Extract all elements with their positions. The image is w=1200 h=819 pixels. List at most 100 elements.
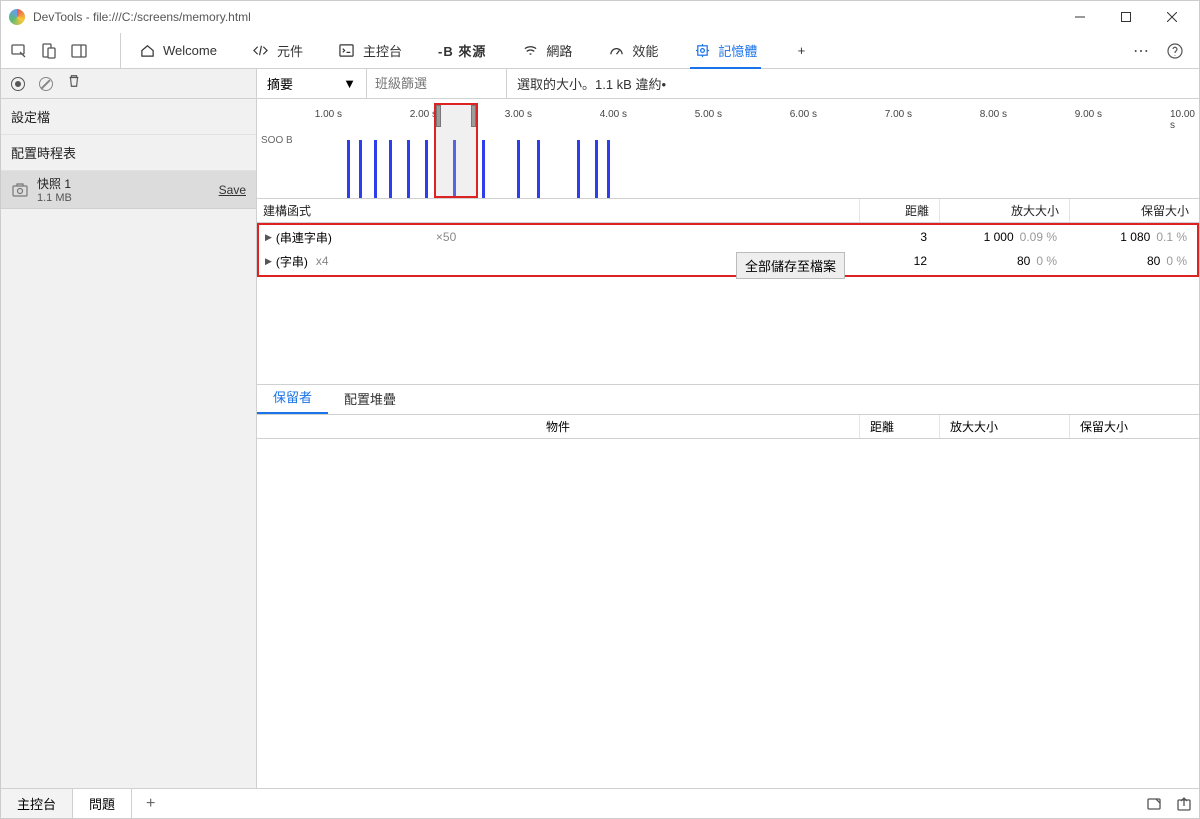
content: 摘要▼ 選取的大小。1.1 kB 違約• 1.00 s 2.00 s 3.00 … <box>257 69 1199 788</box>
col-shallow[interactable]: 放大大小 <box>939 199 1069 222</box>
alloc-bar <box>517 140 520 198</box>
tick: 5.00 s <box>695 109 722 120</box>
maximize-button[interactable] <box>1103 1 1149 33</box>
wifi-icon <box>522 43 538 59</box>
tab-network[interactable]: 網路 <box>504 33 590 68</box>
snapshot-icon <box>11 181 29 199</box>
alloc-bar <box>407 140 410 198</box>
row-name: (字串) <box>276 253 308 270</box>
app-icon <box>9 9 25 25</box>
alloc-bar <box>482 140 485 198</box>
table-row[interactable]: ▶(字串)x4 12 800 % 800 % <box>259 249 1197 273</box>
sidebar: 設定檔 配置時程表 快照 1 1.1 MB Save <box>1 69 257 788</box>
tab-console[interactable]: 主控台 <box>321 33 420 68</box>
row-shallow-pct: 0.09 % <box>1020 230 1057 244</box>
rcol-distance[interactable]: 距離 <box>859 415 939 438</box>
chip-icon <box>694 43 710 59</box>
table-row[interactable]: ▶(串連字串)×50 3 1 0000.09 % 1 0800.1 % <box>259 225 1197 249</box>
console-icon <box>339 43 355 59</box>
table-header: 建構函式 距離 放大大小 保留大小 <box>257 199 1199 223</box>
selection-handle-right[interactable] <box>471 105 476 127</box>
dock-icon[interactable] <box>71 43 87 59</box>
code-icon <box>253 43 269 59</box>
trash-icon[interactable] <box>67 74 81 93</box>
tab-welcome[interactable]: Welcome <box>121 33 235 68</box>
row-mult: x4 <box>316 254 329 268</box>
tab-welcome-label: Welcome <box>163 43 217 58</box>
tab-memory[interactable]: 記憶體 <box>676 33 775 68</box>
drawer-icon-2[interactable] <box>1169 796 1199 812</box>
col-distance[interactable]: 距離 <box>859 199 939 222</box>
context-menu-save-all[interactable]: 全部儲存至檔案 <box>736 252 845 279</box>
expand-icon[interactable]: ▶ <box>265 232 272 243</box>
timeline-ylabel: SOO B <box>261 135 293 146</box>
row-shallow: 1 000 <box>984 230 1014 244</box>
main-area: 設定檔 配置時程表 快照 1 1.1 MB Save 摘要▼ 選取的大小。1.1… <box>1 69 1199 788</box>
home-icon <box>139 43 155 59</box>
snapshot-save-link[interactable]: Save <box>219 183 246 197</box>
tick: 3.00 s <box>505 109 532 120</box>
col-retained[interactable]: 保留大小 <box>1069 199 1199 222</box>
close-button[interactable] <box>1149 1 1195 33</box>
snapshot-item[interactable]: 快照 1 1.1 MB Save <box>1 171 256 209</box>
inspect-tools <box>1 33 121 68</box>
clear-icon[interactable] <box>39 77 53 91</box>
row-retained-pct: 0.1 % <box>1156 230 1187 244</box>
col-constructor[interactable]: 建構函式 <box>257 199 859 222</box>
summary-label: 摘要 <box>267 74 293 93</box>
summary-dropdown[interactable]: 摘要▼ <box>257 69 367 98</box>
expand-icon[interactable]: ▶ <box>265 256 272 267</box>
tab-elements[interactable]: 元件 <box>235 33 321 68</box>
help-icon[interactable] <box>1167 43 1183 59</box>
table-empty-area <box>257 277 1199 385</box>
minimize-button[interactable] <box>1057 1 1103 33</box>
plus-icon: + <box>793 43 809 59</box>
tick: 8.00 s <box>980 109 1007 120</box>
tab-stack[interactable]: 配置堆疊 <box>328 383 412 414</box>
tick: 9.00 s <box>1075 109 1102 120</box>
tab-add[interactable]: + <box>775 33 827 68</box>
row-distance: 3 <box>857 230 937 244</box>
device-icon[interactable] <box>41 43 57 59</box>
filter-bar: 摘要▼ 選取的大小。1.1 kB 違約• <box>257 69 1199 99</box>
more-icon[interactable]: ⋯ <box>1133 43 1149 59</box>
tab-retainers[interactable]: 保留者 <box>257 381 328 414</box>
alloc-bar <box>374 140 377 198</box>
row-shallow-pct: 0 % <box>1036 254 1057 268</box>
snapshot-title: 快照 1 <box>37 175 72 192</box>
tab-sources[interactable]: -B 來源 <box>420 33 504 68</box>
sidebar-toolbar <box>1 69 256 99</box>
drawer-icon-1[interactable] <box>1139 796 1169 812</box>
tick: 4.00 s <box>600 109 627 120</box>
drawer-tab-issues[interactable]: 問題 <box>73 789 132 818</box>
selection-handle-left[interactable] <box>436 105 441 127</box>
drawer-tab-console[interactable]: 主控台 <box>1 789 73 818</box>
drawer-add[interactable]: + <box>132 795 169 813</box>
tab-network-label: 網路 <box>546 41 572 60</box>
alloc-bar <box>359 140 362 198</box>
tick: 1.00 s <box>315 109 342 120</box>
selection-status: 選取的大小。1.1 kB 違約• <box>507 74 676 93</box>
tick: 10.00 s <box>1170 109 1195 131</box>
rcol-retained[interactable]: 保留大小 <box>1069 415 1199 438</box>
rcol-object[interactable]: 物件 <box>257 418 859 435</box>
tab-performance[interactable]: 效能 <box>590 33 676 68</box>
gauge-icon <box>608 43 624 59</box>
rcol-shallow[interactable]: 放大大小 <box>939 415 1069 438</box>
class-filter-input[interactable] <box>367 69 507 98</box>
inspect-icon[interactable] <box>11 43 27 59</box>
devtools-tabstrip: Welcome 元件 主控台 -B 來源 網路 效能 記憶體 + ⋯ <box>1 33 1199 69</box>
tab-performance-label: 效能 <box>632 41 658 60</box>
tab-memory-label: 記憶體 <box>718 41 757 60</box>
alloc-bar <box>389 140 392 198</box>
record-icon[interactable] <box>11 77 25 91</box>
tick: 2.00 s <box>410 109 437 120</box>
row-mult: ×50 <box>344 230 456 244</box>
alloc-bar <box>577 140 580 198</box>
sidebar-timeline-label[interactable]: 配置時程表 <box>1 135 256 171</box>
retainers-header: 物件 距離 放大大小 保留大小 <box>257 415 1199 439</box>
alloc-bar <box>347 140 350 198</box>
tick: 7.00 s <box>885 109 912 120</box>
allocation-timeline[interactable]: 1.00 s 2.00 s 3.00 s 4.00 s 5.00 s 6.00 … <box>257 99 1199 199</box>
window-titlebar: DevTools - file:///C:/screens/memory.htm… <box>1 1 1199 33</box>
